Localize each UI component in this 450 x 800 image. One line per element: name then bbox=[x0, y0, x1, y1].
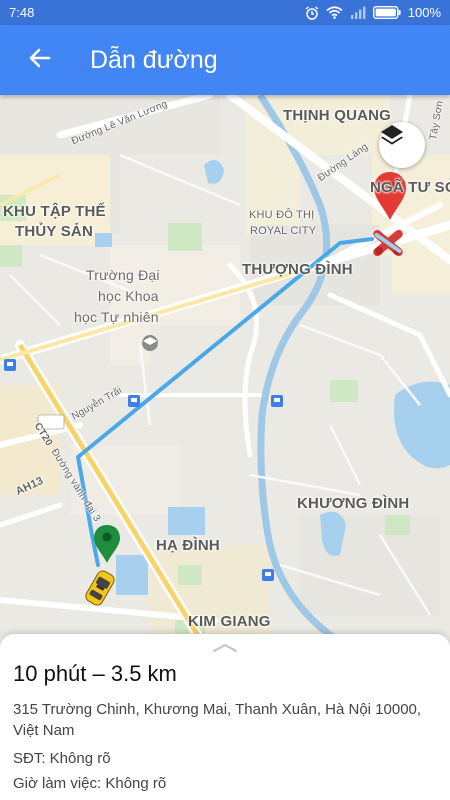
signal-icon bbox=[350, 6, 366, 19]
destination-address: 315 Trường Chinh, Khương Mai, Thanh Xuân… bbox=[13, 701, 422, 739]
status-icons: 100% bbox=[305, 5, 441, 20]
map-label-truong-dh-1: Trường Đại bbox=[86, 267, 160, 283]
chevron-up-icon[interactable] bbox=[212, 640, 238, 658]
battery-icon bbox=[372, 6, 401, 19]
map-layers-button[interactable] bbox=[379, 122, 425, 168]
map-label-khu-tap-the: KHU TẬP THỂ bbox=[3, 203, 106, 220]
bus-stop-icon bbox=[4, 359, 16, 371]
map-label-khu-do-thi: KHU ĐÔ THỊ bbox=[249, 209, 315, 221]
wifi-icon bbox=[326, 6, 343, 19]
status-bar: 7:48 100% bbox=[0, 0, 450, 25]
arrow-back-icon bbox=[28, 46, 52, 75]
map-label-khuong-dinh: KHƯƠNG ĐÌNH bbox=[297, 495, 410, 512]
bus-stop-icon bbox=[271, 395, 283, 407]
opening-hours: Giờ làm việc: Không rõ bbox=[13, 775, 167, 792]
map-label-truong-dh-2: học Khoa bbox=[98, 288, 159, 304]
alarm-icon bbox=[305, 5, 319, 20]
bus-stop-icon bbox=[262, 569, 274, 581]
battery-level: 100% bbox=[407, 5, 441, 20]
map-label-thuy-san: THỦY SẢN bbox=[15, 223, 93, 240]
phone-info: SĐT: Không rõ bbox=[13, 750, 111, 767]
map-label-thuong-dinh: THƯỢNG ĐÌNH bbox=[242, 261, 353, 278]
route-summary: 10 phút – 3.5 km bbox=[13, 661, 177, 686]
route-info-sheet[interactable]: 10 phút – 3.5 km 315 Trường Chinh, Khươn… bbox=[0, 634, 450, 800]
app-bar: Dẫn đường bbox=[0, 25, 450, 95]
page-title: Dẫn đường bbox=[90, 45, 218, 74]
status-time: 7:48 bbox=[9, 5, 35, 20]
back-button[interactable] bbox=[0, 25, 80, 95]
map-label-truong-dh-3: học Tự nhiên bbox=[74, 309, 159, 325]
map-label-nga-tu-so: NGÃ TƯ SỞ bbox=[370, 179, 450, 196]
bus-stop-icon bbox=[128, 395, 140, 407]
map-label-ha-dinh: HẠ ĐÌNH bbox=[156, 537, 220, 554]
map-label-royal-city: ROYAL CITY bbox=[250, 225, 317, 237]
map-label-thinh-quang: THỊNH QUANG bbox=[283, 107, 392, 124]
map-view[interactable]: THỊNH QUANG NGÃ TƯ SỞ KHU TẬP THỂ THỦY S… bbox=[0, 95, 450, 655]
map-label-kim-giang: KIM GIANG bbox=[188, 613, 271, 630]
university-icon bbox=[142, 335, 158, 351]
